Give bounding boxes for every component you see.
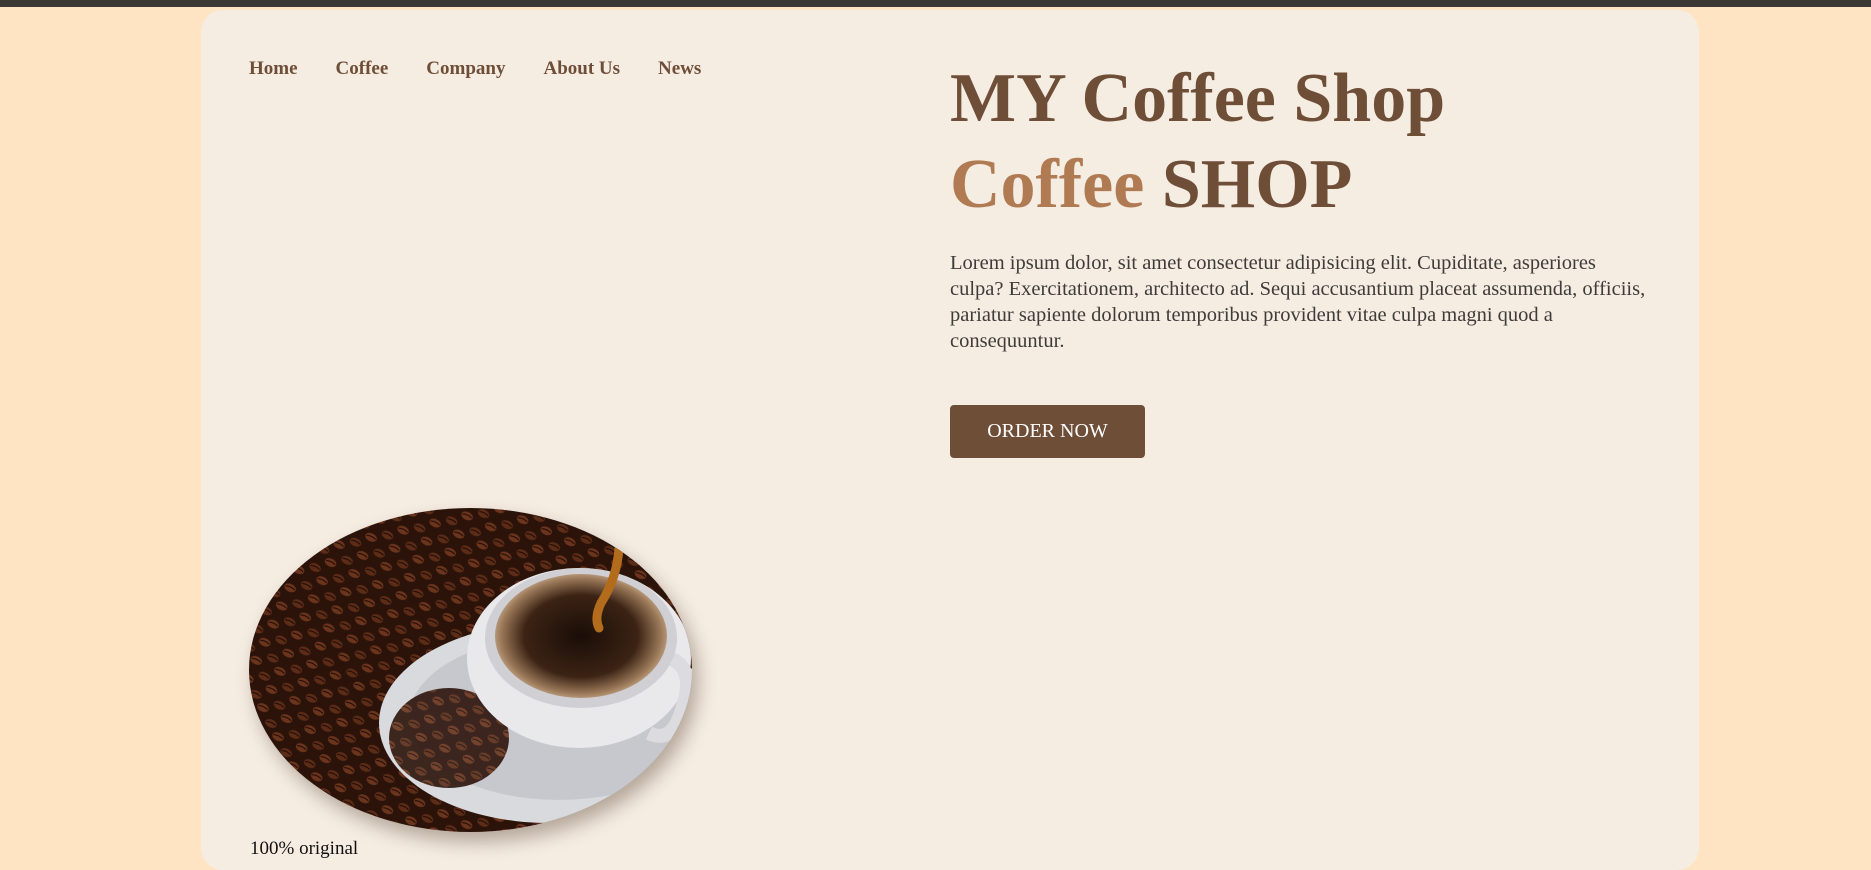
nav-item-news[interactable]: News	[658, 58, 701, 80]
hero-title: MY Coffee Shop Coffee SHOP	[950, 56, 1445, 228]
browser-top-strip	[0, 0, 1871, 7]
feature-caption: 100% original	[250, 838, 359, 859]
main-nav: Home Coffee Company About Us News	[249, 58, 701, 80]
nav-item-coffee[interactable]: Coffee	[336, 58, 389, 80]
coffee-image-illustration	[249, 508, 692, 832]
nav-item-home[interactable]: Home	[249, 58, 298, 80]
hero-title-line1: MY Coffee Shop	[950, 60, 1446, 137]
hero-title-rest: SHOP	[1161, 146, 1353, 223]
hero-title-accent: Coffee	[950, 146, 1145, 223]
order-now-button[interactable]: ORDER NOW	[950, 405, 1145, 458]
nav-item-about-us[interactable]: About Us	[543, 58, 620, 80]
nav-item-company[interactable]: Company	[426, 58, 505, 80]
coffee-image	[249, 508, 692, 832]
hero-description: Lorem ipsum dolor, sit amet consectetur …	[950, 252, 1646, 352]
